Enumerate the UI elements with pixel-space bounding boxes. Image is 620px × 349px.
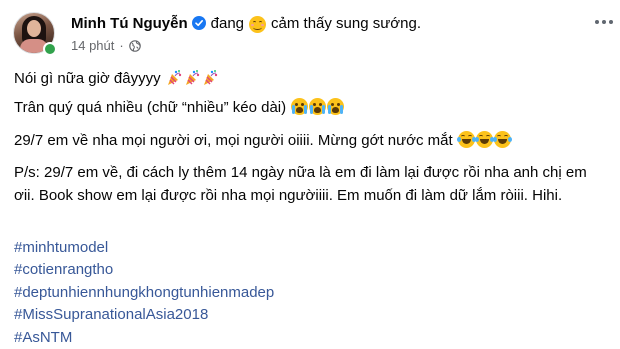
- post-text: Trân quý quá nhiều (chữ “nhiều” kéo dài): [14, 99, 287, 116]
- hashtag-link[interactable]: #cotienrangtho: [14, 259, 274, 281]
- crying-face-icon: [291, 98, 309, 115]
- hashtag-link[interactable]: #minhtumodel: [14, 237, 274, 259]
- hashtag-list: #minhtumodel #cotienrangtho #deptunhienn…: [14, 237, 274, 349]
- party-popper-icon: [166, 69, 183, 86]
- more-options-icon-dot: [609, 20, 613, 24]
- meta-separator: ·: [119, 37, 124, 53]
- more-options-button[interactable]: [592, 13, 616, 31]
- post-paragraph: Trân quý quá nhiều (chữ “nhiều” kéo dài): [14, 97, 345, 119]
- party-popper-icon: [184, 69, 201, 86]
- post-text: 29/7 em về nha mọi người ơi, mọi người o…: [14, 132, 453, 149]
- verified-badge-icon: [191, 16, 206, 30]
- online-status-dot: [43, 42, 57, 56]
- post-paragraph: 29/7 em về nha mọi người ơi, mọi người o…: [14, 130, 512, 152]
- post-timestamp-link[interactable]: 14 phút: [71, 38, 114, 53]
- crying-face-icon: [309, 98, 327, 115]
- party-popper-icon: [202, 69, 219, 86]
- hashtag-link[interactable]: #deptunhiennhungkhongtunhienmadep: [14, 282, 274, 304]
- avatar[interactable]: [13, 12, 57, 56]
- tears-of-joy-icon: [456, 131, 476, 148]
- more-options-icon: [595, 20, 599, 24]
- hashtag-link[interactable]: #MissSupranationalAsia2018: [14, 304, 274, 326]
- smiling-face-icon: [249, 15, 267, 33]
- crying-face-icon: [327, 98, 345, 115]
- tears-of-joy-icon: [474, 131, 494, 148]
- globe-icon[interactable]: [128, 39, 141, 52]
- facebook-post: Minh Tú Nguyễn đang cảm thấy sung sướng.…: [0, 0, 620, 346]
- tears-of-joy-icon: [492, 131, 512, 148]
- feeling-text: cảm thấy sung sướng.: [271, 14, 421, 32]
- post-header: Minh Tú Nguyễn đang cảm thấy sung sướng.…: [71, 12, 421, 53]
- author-name-link[interactable]: Minh Tú Nguyễn: [71, 15, 188, 32]
- post-paragraph: Nói gì nữa giờ đâyyyy: [14, 68, 219, 90]
- post-paragraph: P/s: 29/7 em về, đi cách ly thêm 14 ngày…: [14, 164, 587, 204]
- post-text: Nói gì nữa giờ đâyyyy: [14, 70, 161, 87]
- feeling-prefix: đang: [210, 14, 245, 32]
- more-options-icon-dot: [602, 20, 606, 24]
- hashtag-link[interactable]: #AsNTM: [14, 327, 274, 349]
